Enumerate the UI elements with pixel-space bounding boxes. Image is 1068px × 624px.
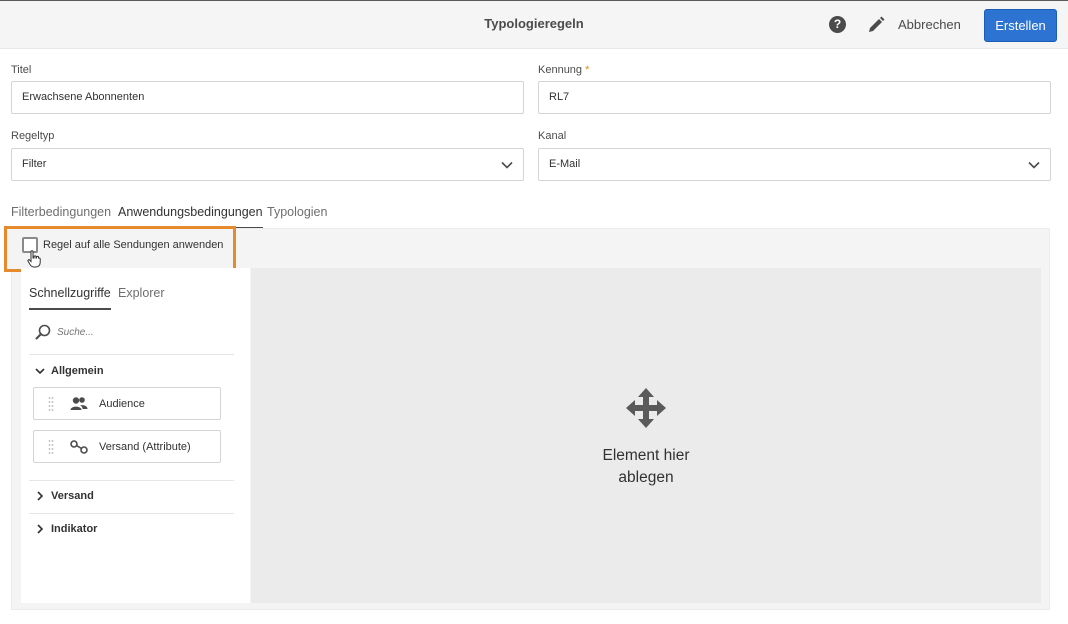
kennung-label-text: Kennung	[538, 64, 583, 76]
tab-explorer[interactable]: Explorer	[118, 286, 165, 308]
section-allgemein[interactable]: Allgemein	[35, 365, 104, 377]
kennung-label: Kennung *	[538, 64, 589, 76]
search-icon	[35, 324, 51, 340]
drop-hint-line2: ablegen	[618, 469, 674, 486]
chevron-right-icon	[37, 491, 44, 501]
section-indikator[interactable]: Indikator	[35, 523, 97, 535]
apply-all-row: Regel auf alle Sendungen anwenden	[4, 226, 236, 272]
divider	[29, 480, 234, 481]
drop-hint-line1: Element hier	[602, 447, 690, 464]
chevron-right-icon	[37, 524, 44, 534]
palette-item-versand-attribute[interactable]: Versand (Attribute)	[33, 430, 221, 463]
chevron-down-icon	[1028, 161, 1040, 169]
regeltyp-select[interactable]: Filter	[11, 148, 524, 181]
pencil-icon[interactable]	[866, 15, 886, 35]
section-versand-label: Versand	[51, 490, 94, 502]
palette-item-audience[interactable]: Audience	[33, 387, 221, 420]
palette-search-input[interactable]	[57, 322, 237, 342]
drag-handle-icon	[48, 397, 54, 411]
kanal-label: Kanal	[538, 130, 567, 142]
divider	[29, 513, 234, 514]
drop-zone[interactable]: Element hier ablegen	[251, 268, 1041, 603]
kanal-value: E-Mail	[549, 158, 581, 170]
link-icon	[70, 440, 88, 454]
tab-schnellzugriffe[interactable]: Schnellzugriffe	[29, 286, 111, 310]
section-allgemein-label: Allgemein	[51, 365, 104, 377]
help-icon[interactable]: ?	[829, 16, 846, 33]
palette-item-versand-attribute-label: Versand (Attribute)	[99, 441, 191, 453]
drag-handle-icon	[48, 440, 54, 454]
create-button[interactable]: Erstellen	[984, 9, 1057, 42]
drop-hint: Element hier ablegen	[571, 445, 721, 489]
palette-item-audience-label: Audience	[99, 398, 145, 410]
section-versand[interactable]: Versand	[35, 490, 94, 502]
palette-panel: Schnellzugriffe Explorer Allgemein Audie…	[21, 268, 250, 603]
cancel-button[interactable]: Abbrechen	[898, 17, 961, 32]
titel-input[interactable]: Erwachsene Abonnenten	[11, 81, 524, 114]
audience-icon	[70, 397, 88, 410]
tab-typologien[interactable]: Typologien	[267, 205, 327, 227]
section-indikator-label: Indikator	[51, 523, 98, 535]
move-icon	[626, 388, 666, 428]
required-mark: *	[585, 64, 590, 76]
divider	[29, 354, 234, 355]
titel-label: Titel	[11, 64, 32, 76]
kanal-select[interactable]: E-Mail	[538, 148, 1051, 181]
chevron-down-icon	[501, 161, 513, 169]
header-bar: Typologieregeln ? Abbrechen Erstellen	[0, 0, 1068, 49]
regeltyp-label: Regeltyp	[11, 130, 55, 142]
tab-filterbedingungen[interactable]: Filterbedingungen	[11, 205, 111, 227]
kennung-input[interactable]: RL7	[538, 81, 1051, 114]
cursor-hand-icon	[27, 250, 41, 268]
chevron-down-icon	[35, 368, 45, 375]
regeltyp-value: Filter	[22, 158, 47, 170]
apply-all-label[interactable]: Regel auf alle Sendungen anwenden	[43, 239, 223, 251]
